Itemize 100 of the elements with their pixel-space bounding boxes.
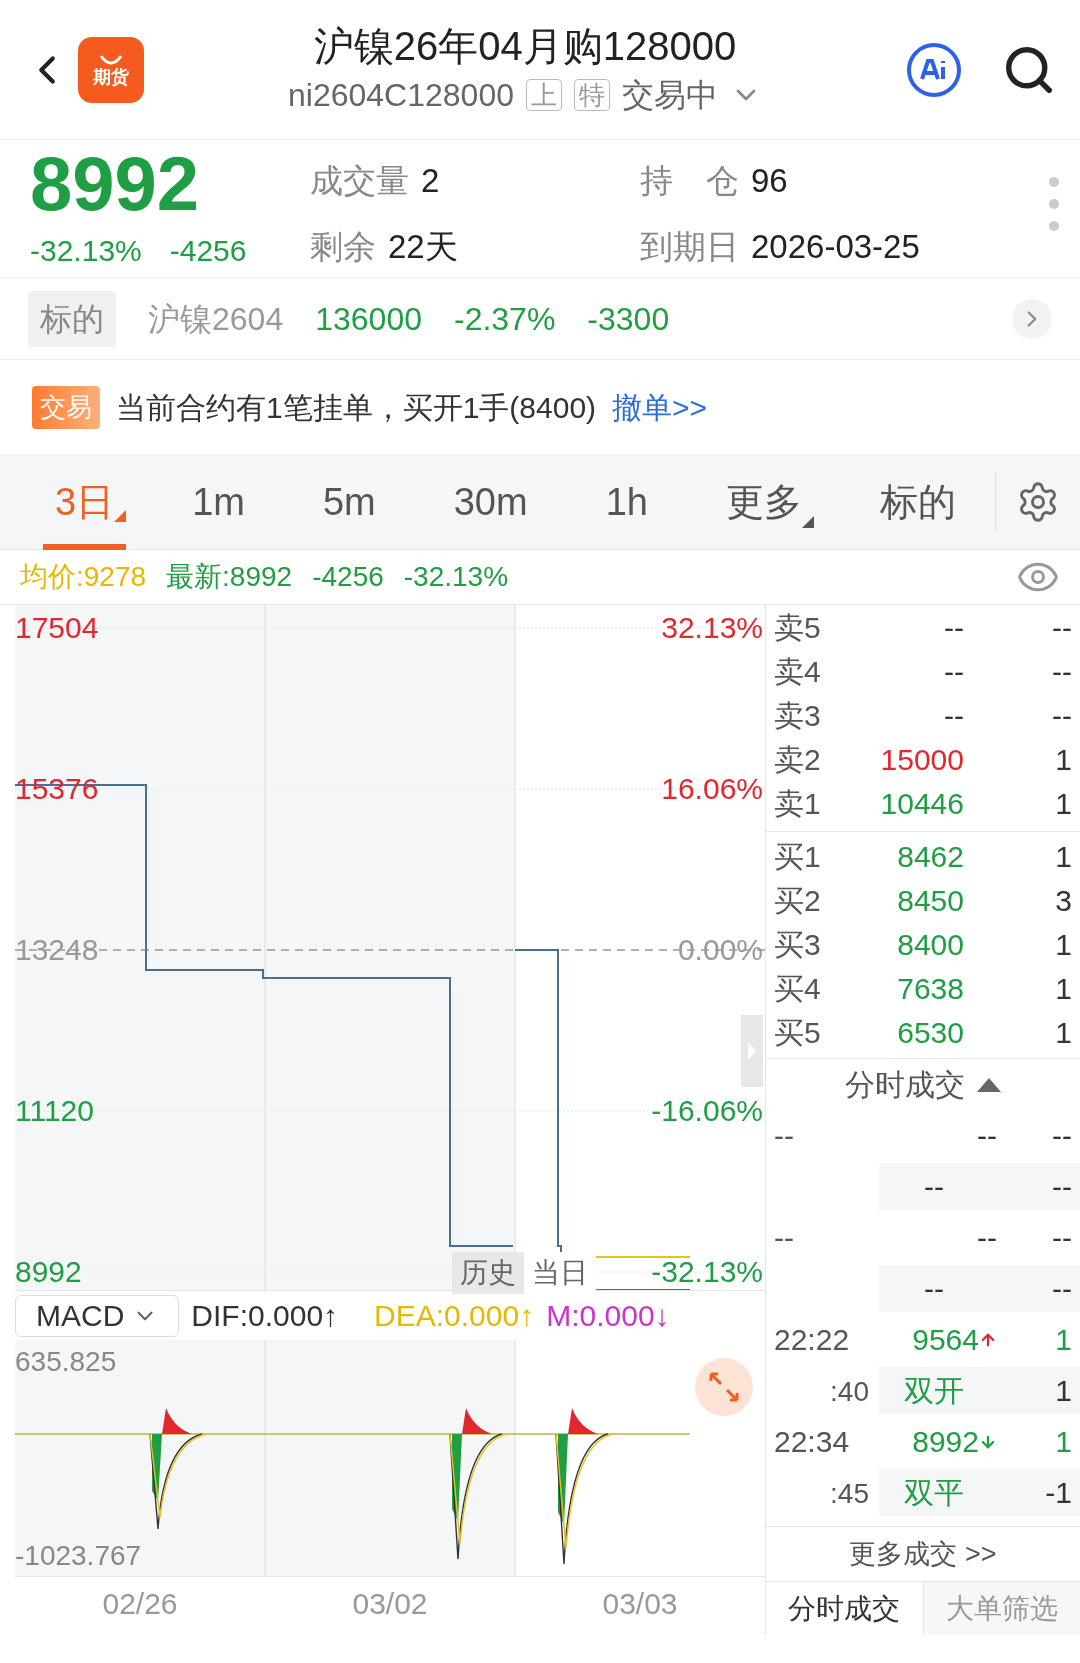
level-label: 卖1: [774, 785, 822, 822]
level-price: --: [943, 653, 964, 690]
cancel-order-link[interactable]: 撤单>>: [612, 384, 708, 430]
level-volume: 3: [1055, 882, 1072, 919]
trade-price: 9564: [912, 1322, 979, 1358]
period-tab[interactable]: 标的: [867, 454, 968, 550]
latest-price: 最新:8992: [166, 560, 293, 594]
level-label: 卖5: [774, 609, 822, 646]
level-label: 卖2: [774, 741, 822, 778]
level-price: --: [943, 609, 964, 646]
page-title: 沪镍26年04月购128000: [313, 22, 737, 70]
stat-value: 2026-03-25: [751, 226, 920, 267]
level-label: 买4: [774, 970, 822, 1007]
stat-value: 2: [421, 161, 440, 201]
trade-volume: --: [1052, 1220, 1073, 1256]
trade-type-volume: --: [1052, 1271, 1073, 1307]
trade-tag: 交易: [32, 385, 100, 429]
level-volume: --: [1052, 697, 1072, 734]
latest-change: -4256: [312, 560, 384, 594]
price-tick-label: 11120: [15, 1096, 94, 1126]
level-volume: 1: [1055, 785, 1072, 822]
trades-title: 分时成交: [845, 1067, 965, 1103]
level-volume: 1: [1055, 741, 1072, 778]
trade-volume: 1: [1055, 1322, 1073, 1358]
pending-order-notice: 当前合约有1笔挂单，买开1手(8400): [116, 389, 597, 426]
trade-time: --: [774, 1118, 795, 1154]
change-percent: -32.13%: [30, 233, 142, 269]
caret-up-icon[interactable]: [977, 1077, 1001, 1092]
level-price: 8462: [896, 838, 964, 875]
macd-scale-label: -1023.767: [15, 1542, 142, 1570]
level-price: 15000: [879, 741, 964, 778]
period-tab[interactable]: 更多: [713, 454, 814, 550]
level-volume: --: [1052, 609, 1072, 646]
level-volume: 1: [1055, 838, 1072, 875]
date-label: 03/02: [351, 1586, 429, 1622]
trade-price: 8992: [912, 1424, 979, 1460]
level-price: 8450: [896, 882, 964, 919]
trade-price: --: [977, 1118, 997, 1154]
underlying-name: 沪镍2604: [148, 299, 284, 339]
underlying-change: -3300: [587, 299, 670, 339]
trade-volume: --: [1052, 1118, 1073, 1154]
level-volume: --: [1052, 653, 1072, 690]
underlying-tag: 标的: [28, 290, 116, 347]
contract-code: ni2604C128000: [288, 75, 514, 115]
level-price: 10446: [879, 785, 964, 822]
level-price: 8400: [896, 926, 964, 963]
date-label: 03/03: [601, 1586, 679, 1622]
trade-time: --: [774, 1220, 795, 1256]
more-trades-link[interactable]: 更多成交 >>: [849, 1533, 997, 1575]
price-tick-label: 13248: [15, 935, 99, 965]
price-tick-label: 8992: [15, 1257, 82, 1287]
indicator-dropdown[interactable]: MACD: [15, 1294, 180, 1337]
period-tab[interactable]: 1h: [593, 454, 660, 550]
chevron-right-icon[interactable]: [1012, 298, 1052, 339]
market-tag: 特: [574, 78, 610, 111]
level-price: 7638: [896, 970, 964, 1007]
dea-value: DEA:0.000↑: [374, 1298, 535, 1334]
trade-seconds: :45: [830, 1478, 869, 1509]
level-volume: 1: [1055, 970, 1072, 1007]
logo-text: 期货: [93, 67, 129, 86]
m-value: M:0.000↓: [546, 1298, 670, 1334]
period-tab[interactable]: 5m: [310, 454, 388, 550]
trade-volume: 1: [1055, 1424, 1073, 1460]
average-price: 均价:9278: [20, 560, 147, 594]
change-value: -4256: [169, 233, 247, 269]
market-tag: 上: [526, 78, 562, 111]
stat-label: 剩余: [310, 226, 376, 267]
last-price: 8992: [30, 144, 201, 224]
level-price: 6530: [896, 1014, 964, 1051]
level-volume: 1: [1055, 926, 1072, 963]
dif-value: DIF:0.000↑: [191, 1298, 339, 1334]
stat-value: 96: [751, 161, 788, 201]
trade-type-volume: -1: [1045, 1475, 1073, 1511]
trading-status: 交易中: [622, 75, 718, 115]
level-label: 卖4: [774, 653, 822, 690]
ai-icon[interactable]: [906, 41, 962, 98]
period-tab[interactable]: 1m: [180, 454, 257, 550]
history-toggle[interactable]: 当日: [524, 1252, 596, 1294]
underlying-change-percent: -2.37%: [453, 299, 556, 339]
stat-label: 持 仓: [640, 161, 739, 201]
level-price: --: [943, 697, 964, 734]
level-label: 卖3: [774, 697, 822, 734]
percent-tick-label: 16.06%: [661, 774, 763, 804]
level-volume: 1: [1055, 1014, 1072, 1051]
trade-seconds: :40: [830, 1376, 869, 1407]
trade-price: --: [977, 1220, 997, 1256]
percent-tick-label: 32.13%: [661, 613, 763, 643]
level-label: 买2: [774, 882, 822, 919]
trade-type: --: [923, 1169, 945, 1205]
level-label: 买5: [774, 1014, 822, 1051]
history-toggle[interactable]: 历史: [452, 1252, 524, 1294]
level-label: 买1: [774, 838, 822, 875]
underlying-price: 136000: [315, 299, 422, 339]
trade-type-volume: 1: [1055, 1373, 1073, 1409]
percent-tick-label: 0.00%: [677, 935, 763, 965]
price-tick-label: 17504: [15, 613, 99, 643]
date-label: 02/26: [101, 1586, 179, 1622]
latest-change-percent: -32.13%: [403, 560, 509, 594]
percent-tick-label: -16.06%: [651, 1096, 763, 1126]
period-tab[interactable]: 30m: [441, 454, 540, 550]
